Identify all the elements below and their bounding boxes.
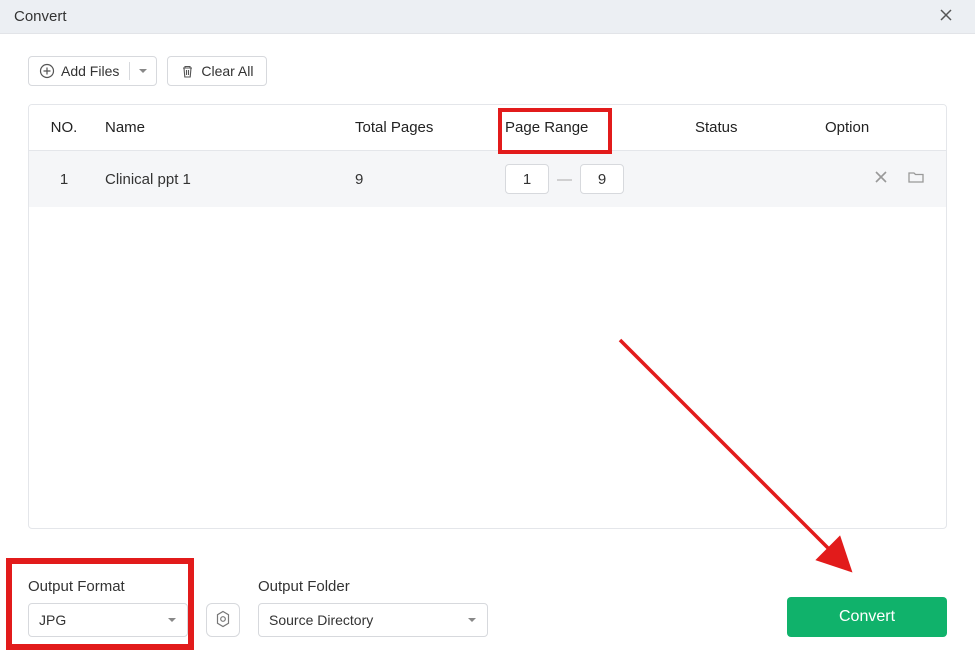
x-icon [873, 169, 889, 189]
open-folder-button[interactable] [907, 169, 925, 189]
output-folder-select[interactable]: Source Directory [258, 603, 488, 637]
trash-icon [180, 64, 195, 79]
output-format-value: JPG [39, 612, 66, 628]
close-button[interactable] [931, 2, 961, 31]
clear-all-button[interactable]: Clear All [167, 56, 266, 86]
col-status: Status [689, 119, 819, 136]
range-dash: — [557, 171, 572, 188]
titlebar: Convert [0, 0, 975, 34]
col-no: NO. [29, 119, 99, 136]
caret-down-icon [167, 615, 177, 625]
remove-row-button[interactable] [873, 169, 889, 189]
caret-down-icon [467, 615, 477, 625]
caret-down-icon [138, 66, 148, 76]
add-files-dropdown-toggle[interactable] [129, 62, 156, 80]
footer: Output Format JPG Output Folder Source D… [0, 562, 975, 659]
row-no: 1 [29, 171, 99, 188]
toolbar: Add Files Clear All [0, 34, 975, 104]
row-option [819, 169, 939, 189]
clear-all-label: Clear All [201, 63, 253, 79]
output-format-select[interactable]: JPG [28, 603, 188, 637]
convert-button-label: Convert [839, 608, 895, 625]
gear-icon [214, 610, 232, 631]
format-settings-button[interactable] [206, 603, 240, 637]
output-folder-label: Output Folder [258, 578, 488, 595]
add-files-label: Add Files [61, 63, 119, 79]
file-table: NO. Name Total Pages Page Range Status O… [28, 104, 947, 529]
add-files-button[interactable]: Add Files [28, 56, 157, 86]
row-total-pages: 9 [349, 171, 499, 188]
output-folder-value: Source Directory [269, 612, 373, 628]
col-option: Option [819, 119, 939, 136]
output-format-group: Output Format JPG [28, 578, 188, 637]
col-name: Name [99, 119, 349, 136]
output-folder-group: Output Folder Source Directory [258, 578, 488, 637]
page-range-to-input[interactable] [580, 164, 624, 194]
output-format-label: Output Format [28, 578, 188, 595]
page-range-from-input[interactable] [505, 164, 549, 194]
row-page-range: — [499, 164, 689, 194]
folder-icon [907, 169, 925, 189]
convert-button[interactable]: Convert [787, 597, 947, 637]
row-name: Clinical ppt 1 [99, 171, 349, 188]
col-page-range: Page Range [499, 119, 689, 136]
col-total-pages: Total Pages [349, 119, 499, 136]
window-title: Convert [14, 8, 67, 25]
plus-circle-icon [39, 63, 55, 79]
table-header: NO. Name Total Pages Page Range Status O… [29, 105, 946, 151]
close-icon [939, 8, 953, 22]
table-row: 1 Clinical ppt 1 9 — [29, 151, 946, 207]
